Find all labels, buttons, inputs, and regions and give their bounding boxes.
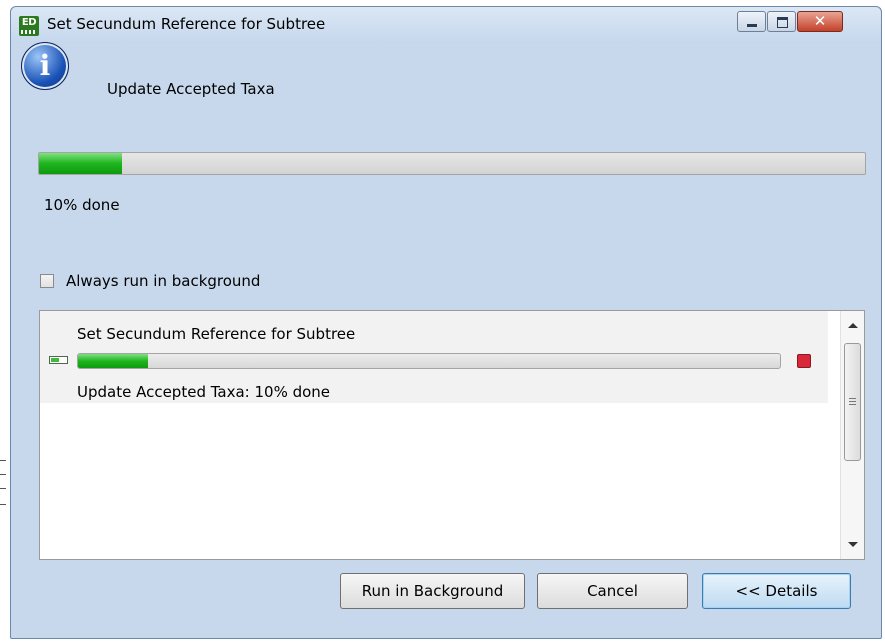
cancel-button[interactable]: Cancel [537,573,688,609]
minimize-button[interactable] [737,11,766,32]
job-progress-icon [49,356,68,364]
task-title: Update Accepted Taxa [107,80,275,98]
always-background-checkbox[interactable] [40,274,54,288]
stop-job-button[interactable] [797,354,811,368]
details-button[interactable]: << Details [702,573,851,609]
always-background-label: Always run in background [66,272,261,290]
maximize-button[interactable] [767,11,796,32]
job-progress-bar [77,353,781,369]
scroll-down-icon[interactable] [848,542,858,547]
progress-label: 10% done [44,196,120,214]
run-in-background-button[interactable]: Run in Background [340,573,525,609]
task-progress-fill [39,153,122,174]
info-icon: i [21,42,69,90]
close-icon: ✕ [813,12,827,30]
scroll-thumb[interactable] [844,343,861,461]
task-progress-bar [38,152,866,175]
scroll-up-icon[interactable] [848,323,858,328]
close-button[interactable]: ✕ [797,11,843,32]
edge-marks [0,460,8,520]
job-row[interactable]: Set Secundum Reference for Subtree Updat… [40,311,828,403]
job-progress-fill [78,354,149,368]
job-name: Set Secundum Reference for Subtree [77,325,356,343]
title-bar[interactable]: ED Set Secundum Reference for Subtree ✕ [11,7,881,43]
job-status: Update Accepted Taxa: 10% done [77,383,331,401]
details-panel: Set Secundum Reference for Subtree Updat… [39,310,865,560]
details-scrollbar[interactable] [840,311,864,559]
window-title: Set Secundum Reference for Subtree [47,15,326,33]
app-icon: ED [19,16,39,36]
